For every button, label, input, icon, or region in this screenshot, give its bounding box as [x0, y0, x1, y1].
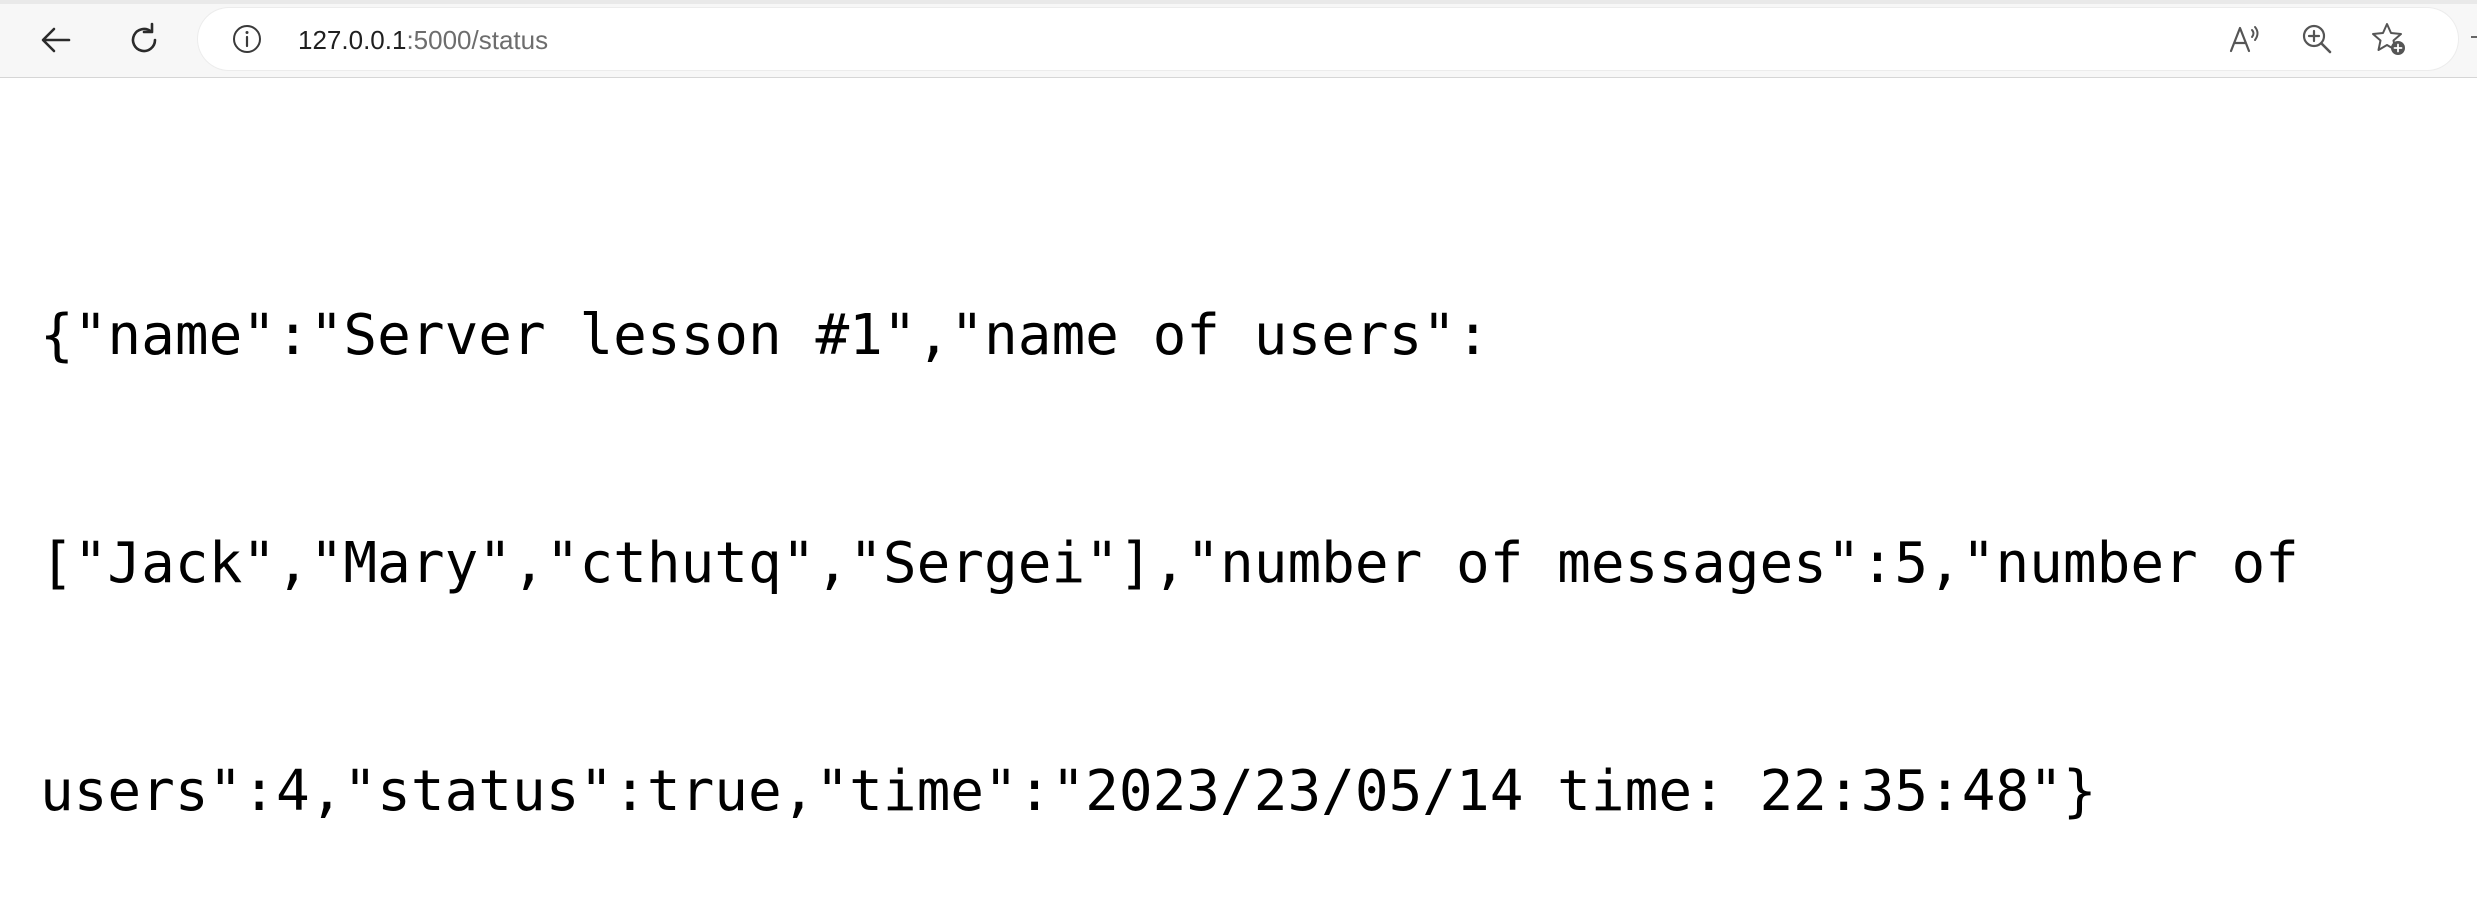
back-button[interactable]: [30, 14, 82, 66]
url-text[interactable]: 127.0.0.1:5000/status: [298, 25, 548, 55]
reload-button[interactable]: [118, 14, 170, 66]
url-host: 127.0.0.1: [298, 25, 407, 55]
json-line: users":4,"status":true,"time":"2023/23/0…: [40, 759, 2097, 824]
info-icon[interactable]: [230, 22, 264, 56]
back-arrow-icon: [38, 22, 74, 58]
add-favorite-icon[interactable]: [2370, 20, 2408, 58]
json-response: {"name":"Server lesson #1","name of user…: [40, 146, 2460, 906]
address-bar[interactable]: 127.0.0.1:5000/status: [198, 8, 2458, 70]
toolbar-overflow-edge: [2471, 36, 2477, 38]
json-line: ["Jack","Mary","cthutq","Sergei"],"numbe…: [40, 531, 2299, 596]
browser-toolbar: 127.0.0.1:5000/status: [0, 0, 2477, 78]
read-aloud-icon[interactable]: [2226, 20, 2264, 58]
zoom-in-icon[interactable]: [2298, 20, 2336, 58]
json-line: {"name":"Server lesson #1","name of user…: [40, 303, 1490, 368]
reload-icon: [125, 21, 163, 59]
tab-strip-edge: [0, 0, 2477, 4]
url-path: :5000/status: [406, 25, 549, 55]
